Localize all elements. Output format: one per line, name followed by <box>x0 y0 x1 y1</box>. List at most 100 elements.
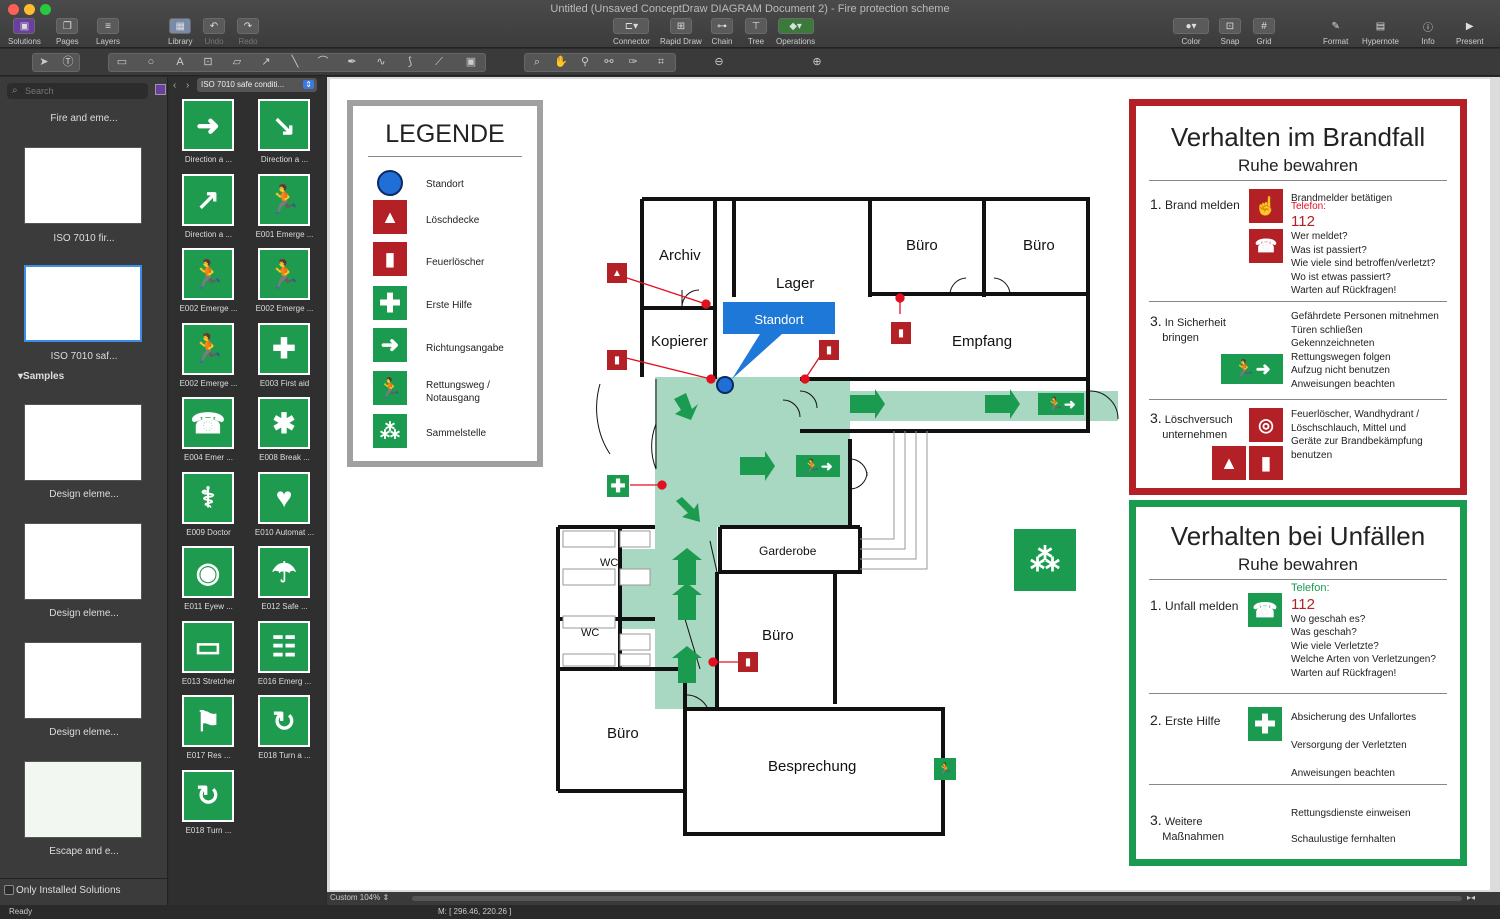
library-item[interactable]: 🏃 <box>182 322 234 375</box>
library-item[interactable]: ◉ <box>182 546 234 598</box>
forward-icon[interactable]: › <box>186 80 189 91</box>
library-item[interactable]: ☂ <box>258 546 310 598</box>
tree-button[interactable]: ⊤ Tree <box>745 18 767 46</box>
library-item[interactable]: 🏃 <box>258 248 310 300</box>
fire-behaviour-panel[interactable]: Verhalten im Brandfall Ruhe bewahren 1. … <box>1129 99 1467 495</box>
layers-button[interactable]: ≡ Layers <box>96 18 120 46</box>
pages-button[interactable]: ❐ Pages <box>56 18 79 46</box>
iso7010-safe-thumbnail[interactable] <box>24 265 142 342</box>
drawing-page[interactable]: LEGENDE Standort ▲ Löschdecke ▮ Feuerlös… <box>330 79 1490 890</box>
curve-tool-icon[interactable]: ∿ <box>372 54 390 70</box>
only-installed-checkbox[interactable] <box>4 885 14 895</box>
sample-label[interactable]: Design eleme... <box>0 727 168 738</box>
zoom-select[interactable]: Custom 104% ⇕ <box>330 893 389 902</box>
solution-item-label[interactable]: Fire and eme... <box>0 113 168 124</box>
library-select[interactable]: ISO 7010 safe conditi... ⇕ <box>197 78 317 92</box>
stamp-shape-tool-icon[interactable]: ⚲ <box>576 54 594 70</box>
solutions-button[interactable]: ▣ Solutions <box>8 18 41 46</box>
text-select-tool-icon[interactable]: Ⓣ <box>59 54 77 70</box>
sample-thumbnail[interactable] <box>24 761 142 838</box>
back-icon[interactable]: ‹ <box>173 80 176 91</box>
library-item[interactable]: ☷ <box>258 620 310 673</box>
info-button[interactable]: ⓘ Info <box>1417 18 1439 47</box>
accident-behaviour-panel[interactable]: Verhalten bei Unfällen Ruhe bewahren 1. … <box>1129 500 1467 866</box>
sample-thumbnail[interactable] <box>24 642 142 719</box>
sample-label[interactable]: Escape and e... <box>0 846 168 857</box>
iso7010-fire-thumbnail[interactable] <box>24 147 142 224</box>
emergency-exit-sign-icon[interactable]: 🏃➜ <box>796 455 840 477</box>
callout-tool-icon[interactable]: ▱ <box>228 54 246 70</box>
text-tool-icon[interactable]: A <box>171 54 189 70</box>
library-item[interactable]: 🏃 <box>258 173 310 226</box>
solution-purple-icon[interactable] <box>155 84 166 95</box>
redo-button[interactable]: ↷ Redo <box>237 18 259 46</box>
zoom-tool-icon[interactable]: ⌕ <box>528 54 546 70</box>
solution-item-label[interactable]: ISO 7010 fir... <box>0 233 168 244</box>
line-tool-icon[interactable]: ╲ <box>286 54 304 70</box>
library-item[interactable]: ♥ <box>258 471 310 524</box>
rectangle-tool-icon[interactable]: ▭ <box>113 54 131 70</box>
sample-thumbnail[interactable] <box>24 404 142 481</box>
library-item-label: E002 Emerge ... <box>179 304 238 313</box>
chain-button[interactable]: ⊶ Chain <box>711 18 733 46</box>
pen-tool-icon[interactable]: ✒ <box>343 54 361 70</box>
search-input[interactable]: Search <box>7 83 148 99</box>
standort-callout[interactable]: Standort <box>723 312 835 327</box>
library-item-icon: ✱ <box>260 399 308 447</box>
horizontal-scrollbar[interactable] <box>412 896 1462 901</box>
library-item[interactable]: ✚ <box>258 322 310 375</box>
library-item[interactable]: ▭ <box>182 620 234 673</box>
sample-label[interactable]: Design eleme... <box>0 608 168 619</box>
zoom-out-icon[interactable]: ⊖ <box>710 54 728 70</box>
samples-header[interactable]: ▾Samples <box>18 371 64 382</box>
textbox-tool-icon[interactable]: ⊡ <box>199 54 217 70</box>
arc-tool-icon[interactable]: ⌒ <box>314 54 332 70</box>
operations-button[interactable]: ◆▾ Operations <box>776 18 815 46</box>
fire-blanket-icon[interactable]: ▲ <box>607 263 627 283</box>
fire-extinguisher-icon[interactable]: ▮ <box>891 322 911 344</box>
undo-button[interactable]: ↶ Undo <box>203 18 225 46</box>
ellipse-tool-icon[interactable]: ○ <box>142 54 160 70</box>
stamp-tool-icon[interactable]: ▣ <box>462 54 480 70</box>
format-button[interactable]: ✎ Format <box>1323 18 1348 47</box>
sample-label[interactable]: Design eleme... <box>0 489 168 500</box>
solution-item-label[interactable]: ISO 7010 saf... <box>0 351 168 362</box>
library-item[interactable]: ⚑ <box>182 695 234 747</box>
library-item[interactable]: ↻ <box>258 695 310 747</box>
sample-thumbnail[interactable] <box>24 523 142 600</box>
library-item[interactable]: ✱ <box>258 397 310 449</box>
fire-extinguisher-icon[interactable]: ▮ <box>738 652 758 672</box>
emergency-exit-sign-icon[interactable]: 🏃➜ <box>1038 393 1084 415</box>
fire-extinguisher-icon[interactable]: ▮ <box>607 350 627 370</box>
smart-line-tool-icon[interactable]: ⟋ <box>430 54 448 70</box>
snap-button[interactable]: ⊡ Snap <box>1219 18 1241 46</box>
connector-button[interactable]: ⊏▾ Connector <box>613 18 650 46</box>
pointer-tool-icon[interactable]: ➤ <box>35 54 53 70</box>
crop-tool-icon[interactable]: ⌗ <box>652 54 670 70</box>
rapid-draw-button[interactable]: ⊞ Rapid Draw <box>660 18 702 46</box>
emergency-exit-icon[interactable]: 🏃 <box>934 758 956 780</box>
floor-plan[interactable] <box>330 79 1130 890</box>
arrow-tool-icon[interactable]: ↗ <box>257 54 275 70</box>
library-item[interactable]: ➜ <box>182 99 234 151</box>
library-item[interactable]: ↗ <box>182 173 234 226</box>
library-item[interactable]: ☎ <box>182 397 234 449</box>
hand-tool-icon[interactable]: ✋ <box>552 54 570 70</box>
assembly-point-icon[interactable]: ⁂ <box>1014 529 1076 591</box>
first-aid-icon[interactable]: ✚ <box>607 475 629 497</box>
library-item[interactable]: ⚕ <box>182 471 234 524</box>
brush-tool-icon[interactable]: ✑ <box>624 54 642 70</box>
fire-extinguisher-icon[interactable]: ▮ <box>819 340 839 360</box>
library-item[interactable]: 🏃 <box>182 248 234 300</box>
color-button[interactable]: ●▾ Color <box>1173 18 1209 46</box>
bezier-tool-icon[interactable]: ⟆ <box>401 54 419 70</box>
present-button[interactable]: ▶ Present <box>1456 18 1484 47</box>
hypernote-button[interactable]: ▤ Hypernote <box>1362 18 1399 47</box>
scroll-arrows-icon[interactable]: ▸◂ <box>1467 893 1475 902</box>
library-item[interactable]: ↻ <box>182 769 234 822</box>
library-button[interactable]: ▦ Library <box>168 18 192 46</box>
zoom-in-icon[interactable]: ⊕ <box>808 54 826 70</box>
eyedropper-tool-icon[interactable]: ⚯ <box>600 54 618 70</box>
grid-button[interactable]: # Grid <box>1253 18 1275 46</box>
library-item[interactable]: ↘ <box>258 99 310 151</box>
